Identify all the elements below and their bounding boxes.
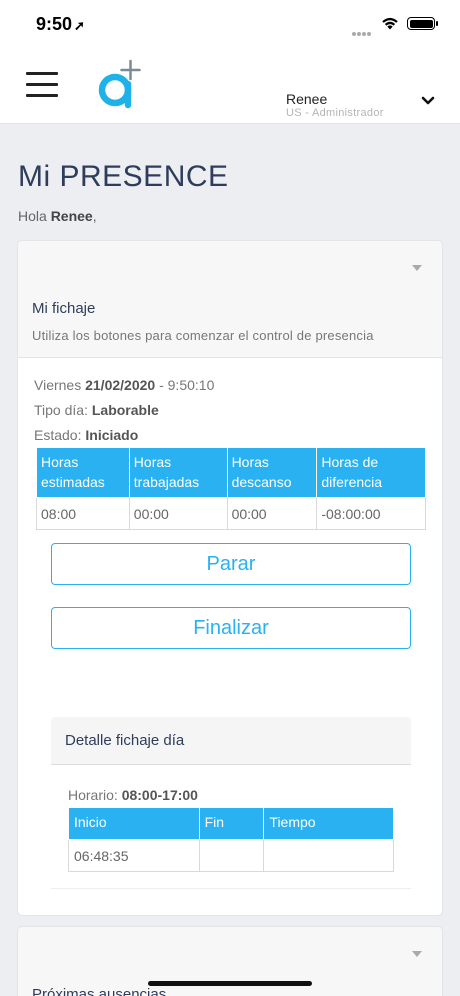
table-cell (198, 839, 265, 872)
fichaje-card: Mi fichaje Utiliza los botones para come… (17, 240, 443, 916)
table-cell: 00:00 (226, 497, 318, 530)
chevron-down-icon[interactable] (421, 96, 435, 106)
table-header-row: Inicio Fin Tiempo (68, 807, 394, 840)
table-cell: 00:00 (128, 497, 228, 530)
collapse-caret-icon[interactable] (412, 951, 422, 957)
horario-line: Horario: 08:00-17:00 (68, 787, 198, 803)
tipo-value: Laborable (91, 402, 159, 418)
table-header: Inicio (68, 807, 200, 840)
status-time: 9:50 ➚ (36, 14, 85, 35)
date-value: 21/02/2020 (85, 377, 156, 393)
horario-value: 08:00-17:00 (121, 787, 198, 803)
battery-icon (407, 17, 438, 30)
signal-dots-icon (352, 23, 374, 36)
table-cell: 06:48:35 (68, 839, 200, 872)
table-cell (263, 839, 394, 872)
tipo-dia-line: Tipo día: Laborable (34, 402, 159, 418)
finish-button[interactable]: Finalizar (51, 607, 411, 649)
page-title: Mi PRESENCE (18, 160, 229, 193)
table-header: Tiempo (263, 807, 394, 840)
horario-label: Horario: (68, 787, 122, 803)
status-time-text: 9:50 (36, 14, 73, 34)
time-separator: - (155, 377, 168, 393)
fichaje-title: Mi fichaje (32, 300, 96, 317)
table-header: Fin (198, 807, 265, 840)
hamburger-menu-button[interactable] (26, 72, 58, 98)
table-header: Horas estimadas (36, 447, 130, 498)
detail-table: Inicio Fin Tiempo 06:48:35 (68, 807, 394, 872)
home-indicator[interactable] (148, 981, 312, 986)
ausencias-title: Próximas ausencias (32, 986, 167, 996)
table-cell: -08:00:00 (316, 497, 426, 530)
location-arrow-icon: ➚ (74, 18, 85, 33)
detail-title: Detalle fichaje día (65, 732, 185, 749)
app-header: Renee US - Administrador (0, 50, 460, 124)
table-cell: 08:00 (36, 497, 130, 530)
table-header: Horas trabajadas (128, 447, 228, 498)
greeting: Hola Renee, (18, 208, 97, 224)
divider (51, 888, 411, 889)
collapse-caret-icon[interactable] (412, 265, 422, 271)
wifi-icon (382, 17, 398, 30)
greeting-prefix: Hola (18, 208, 51, 224)
app-logo (90, 52, 156, 118)
table-row: 06:48:35 (68, 839, 394, 872)
greeting-name: Renee (50, 208, 93, 224)
status-bar: 9:50 ➚ (0, 0, 460, 50)
fichaje-subtitle: Utiliza los botones para comenzar el con… (32, 328, 374, 343)
greeting-suffix: , (92, 208, 97, 224)
user-role: US - Administrador (286, 107, 384, 119)
table-header-row: Horas estimadas Horas trabajadas Horas d… (36, 447, 426, 498)
estado-line: Estado: Iniciado (34, 427, 138, 443)
date-line: Viernes 21/02/2020 - 9:50:10 (34, 377, 214, 393)
estado-label: Estado: (34, 427, 86, 443)
table-header: Horas de diferencia (316, 447, 426, 498)
stop-button[interactable]: Parar (51, 543, 411, 585)
detail-header: Detalle fichaje día (51, 717, 411, 765)
hours-table: Horas estimadas Horas trabajadas Horas d… (36, 447, 426, 530)
day-name: Viernes (34, 377, 86, 393)
tipo-label: Tipo día: (34, 402, 92, 418)
user-name[interactable]: Renee (286, 91, 327, 107)
estado-value: Iniciado (85, 427, 139, 443)
table-row: 08:00 00:00 00:00 -08:00:00 (36, 497, 426, 530)
table-header: Horas descanso (226, 447, 318, 498)
time-value: 9:50:10 (167, 377, 215, 393)
